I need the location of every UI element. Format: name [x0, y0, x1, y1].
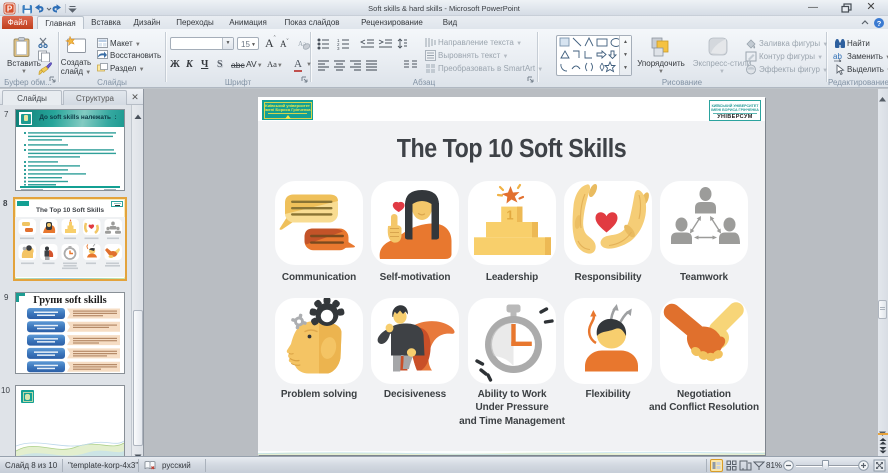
svg-text:?: ?	[877, 19, 882, 28]
svg-text:P: P	[7, 5, 13, 14]
svg-text:1: 1	[506, 208, 513, 223]
svg-text:ab: ab	[833, 52, 842, 61]
svg-text:3: 3	[337, 46, 340, 50]
